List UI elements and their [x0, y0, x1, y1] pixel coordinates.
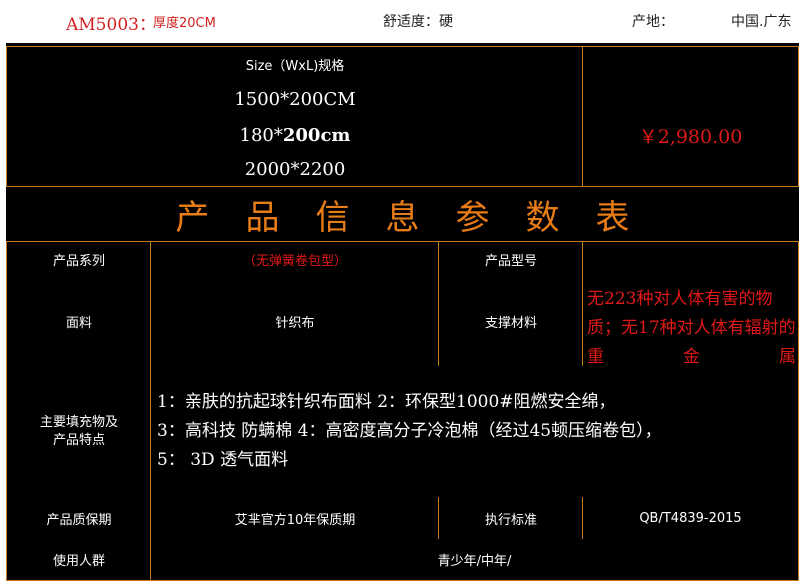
feature-line-2: 3：高科技 防螨棉 4：高密度高分子冷泡棉（经过45顿压缩卷包），: [157, 421, 662, 441]
feature-line-3: 5： 3D 透气面料: [157, 450, 289, 470]
fabric-label: 面料: [6, 277, 151, 367]
warranty-value: 艾芈官方10年保质期: [150, 497, 439, 540]
size-row-2: 180* 200cm: [6, 117, 583, 154]
series-value: （无弹簧卷包型）: [150, 241, 439, 278]
params-title-text: 产品信息参数表: [175, 197, 666, 238]
series-label: 产品系列: [6, 241, 151, 278]
standard-value: QB/T4839-2015: [582, 497, 799, 540]
users-label: 使用人群: [6, 539, 151, 581]
warranty-label: 产品质保期: [6, 497, 151, 540]
size-header-blank: [582, 46, 799, 82]
size-row-1-text: 1500*200CM: [234, 88, 356, 110]
support-value: 无223种对人体有害的物质；无17种对人体有辐射的重金属: [582, 277, 799, 367]
size-row-3: 2000*2200: [6, 153, 583, 187]
thickness: 厚度20CM: [153, 16, 216, 31]
features-label: 主要填充物及产品特点: [6, 366, 151, 498]
size-row-2-bold: 200cm: [282, 124, 351, 146]
origin-value: 中国.广东: [731, 14, 792, 30]
price-row-1: [582, 81, 799, 118]
support-label: 支撑材料: [438, 277, 583, 367]
features-list: 1：亲肤的抗起球针织布面料 2：环保型1000#阻燃安全绵， 3：高科技 防螨棉…: [150, 366, 799, 498]
comfort-level: 舒适度：硬: [383, 14, 453, 30]
origin-label: 产地：: [632, 14, 674, 30]
model-label: 产品型号: [438, 241, 583, 278]
users-value: 青少年/中年/: [150, 539, 799, 581]
fabric-value: 针织布: [150, 277, 439, 367]
params-title: 产品信息参数表: [6, 187, 799, 241]
size-row-1: 1500*200CM: [6, 81, 583, 118]
model-code: AM5003：: [66, 15, 156, 35]
price-value: ￥2,980.00: [582, 117, 799, 154]
size-row-2-text: 180*: [239, 124, 283, 146]
standard-label: 执行标准: [438, 497, 583, 540]
size-header: Size（WxL)规格: [6, 46, 583, 82]
feature-line-1: 1：亲肤的抗起球针织布面料 2：环保型1000#阻燃安全绵，: [157, 392, 616, 412]
size-row-3-text: 2000*2200: [244, 159, 346, 180]
header-bar: AM5003： 厚度20CM 舒适度：硬 产地： 中国.广东: [0, 0, 805, 40]
product-sheet: Size（WxL)规格 1500*200CM 180* 200cm ￥2,980.…: [6, 43, 799, 581]
model-value: [582, 241, 799, 278]
price-row-3: [582, 153, 799, 187]
